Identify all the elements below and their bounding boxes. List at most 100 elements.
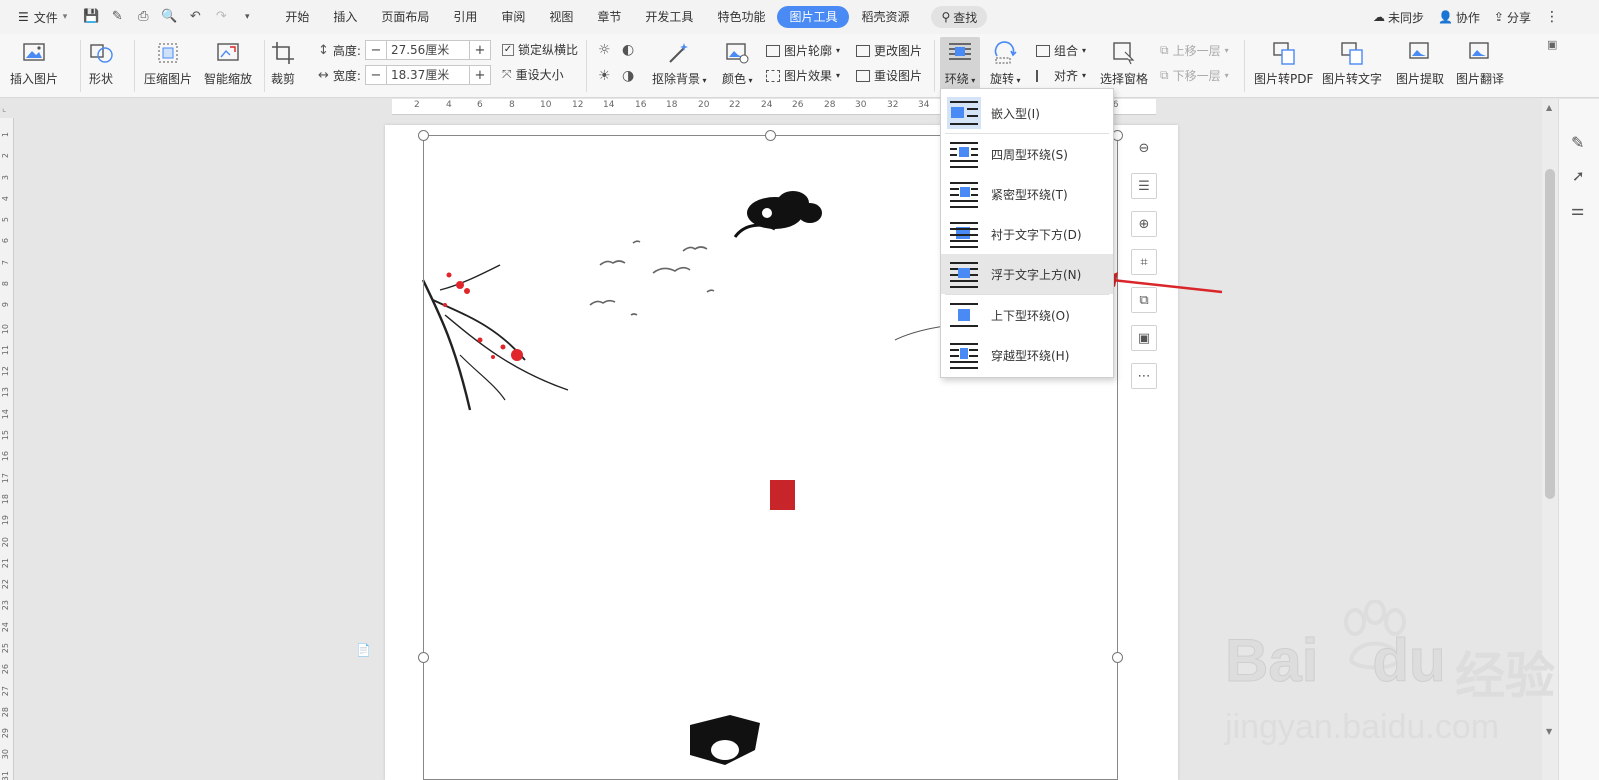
compress-picture-button[interactable]: 压缩图片 (144, 34, 192, 87)
collapse-tools-icon[interactable]: ⊖ (1131, 135, 1157, 161)
tab-developer[interactable]: 开发工具 (633, 6, 705, 28)
search-icon: ⚲ (941, 10, 951, 24)
wrap-option-inline[interactable]: 嵌入型(I) (941, 93, 1113, 133)
increase-brightness-icon[interactable]: ☼ (598, 42, 622, 58)
format-painter-icon[interactable]: ✎ (109, 9, 125, 25)
picture-translate-button[interactable]: 图片翻译 (1456, 34, 1504, 87)
color-button[interactable]: 颜色 ▾ (722, 34, 753, 87)
tab-page-layout[interactable]: 页面布局 (369, 6, 441, 28)
save-icon[interactable]: 💾 (83, 9, 99, 25)
pointer-icon[interactable]: ➚ (1572, 167, 1585, 185)
shape-button[interactable]: 形状 (88, 34, 114, 87)
rotate-label: 旋转 (990, 72, 1015, 86)
tab-insert[interactable]: 插入 (321, 6, 369, 28)
rotate-button[interactable]: 旋转 ▾ (990, 34, 1021, 87)
more-tools-icon[interactable]: ⋯ (1131, 363, 1157, 389)
group-button[interactable]: 组合 ▾ (1036, 42, 1086, 59)
watermark-url: jingyan.baidu.com (1225, 708, 1500, 746)
print-preview-icon[interactable]: 🔍 (161, 9, 177, 25)
reset-picture-button[interactable]: 重设图片 (856, 67, 922, 84)
scroll-up-icon[interactable]: ▲ (1546, 103, 1552, 112)
wrap-option-tight[interactable]: 紧密型环绕(T) (941, 174, 1113, 214)
height-input[interactable]: 27.56厘米 (385, 41, 470, 59)
wrap-option-through[interactable]: 穿越型环绕(H) (941, 335, 1113, 375)
reset-size-button[interactable]: ⤧ 重设大小 (502, 66, 564, 83)
vertical-ruler[interactable]: 1 2 3 4 5 6 7 8 9 10 11 12 13 14 15 16 17 18 19 20 21 22 23 24 2… (0, 118, 14, 780)
decrease-width-button[interactable]: − (366, 68, 386, 83)
wrap-text-button[interactable]: 环绕 ▾ (940, 37, 980, 89)
resize-handle-top-left[interactable] (418, 130, 429, 141)
tab-references[interactable]: 引用 (441, 6, 489, 28)
picture-extract-button[interactable]: 图片提取 (1396, 34, 1444, 87)
wrap-option-square[interactable]: 四周型环绕(S) (941, 134, 1113, 174)
decrease-height-button[interactable]: − (366, 43, 386, 58)
picture-outline-button[interactable]: 图片轮廓 ▾ (766, 42, 840, 59)
ruler-tick-label: 26 (792, 100, 804, 110)
ribbon-tabs: 开始 插入 页面布局 引用 审阅 视图 章节 开发工具 特色功能 图片工具 稻壳… (273, 6, 988, 28)
file-menu-button[interactable]: ☰ 文件 ▾ (12, 9, 73, 26)
smart-zoom-button[interactable]: 智能缩放 (204, 34, 252, 87)
tab-home[interactable]: 开始 (273, 6, 321, 28)
ruler-tick-label: 20 (698, 100, 710, 110)
print-icon[interactable]: ⎙ (135, 9, 151, 25)
watermark-brand2: du (1372, 627, 1446, 695)
crop-button[interactable]: 裁剪 (270, 34, 296, 87)
search-box[interactable]: ⚲ 查找 (931, 6, 988, 28)
increase-contrast-icon[interactable]: ◐ (622, 42, 646, 58)
insert-picture-button[interactable]: 插入图片 (10, 34, 58, 87)
decrease-contrast-icon[interactable]: ◑ (622, 68, 646, 84)
selection-pane-label: 选择窗格 (1100, 72, 1149, 86)
ruler-tick-label: 12 (572, 100, 584, 110)
resize-handle-top-middle[interactable] (765, 130, 776, 141)
settings-sliders-icon[interactable]: ⚌ (1571, 201, 1584, 219)
ruler-tick-label: 8 (1, 281, 10, 287)
collaborate-button[interactable]: 👤 协作 (1438, 9, 1480, 26)
collapse-ribbon-icon[interactable]: ▣ (1547, 38, 1557, 51)
height-stepper[interactable]: − 27.56厘米 + (364, 40, 491, 60)
crop-icon (272, 42, 294, 64)
lock-aspect-ratio-checkbox[interactable]: ✓ 锁定纵横比 (502, 41, 578, 58)
increase-width-button[interactable]: + (470, 68, 490, 83)
more-vertical-icon[interactable]: ⋮ (1545, 9, 1559, 25)
wrap-option-top-and-bottom[interactable]: 上下型环绕(O) (941, 295, 1113, 335)
smart-zoom-icon (217, 43, 239, 61)
change-picture-button[interactable]: 更改图片 (856, 42, 922, 59)
pen-icon[interactable]: ✎ (1571, 133, 1584, 152)
decrease-brightness-icon[interactable]: ☀ (598, 68, 622, 84)
redo-icon[interactable]: ↷ (213, 9, 229, 25)
wrap-option-in-front-of-text[interactable]: 浮于文字上方(N) (941, 254, 1113, 294)
picture-effect-button[interactable]: 图片效果 ▾ (766, 67, 840, 84)
tab-section[interactable]: 章节 (585, 6, 633, 28)
selection-pane-button[interactable]: 选择窗格 (1100, 34, 1148, 87)
tab-review[interactable]: 审阅 (489, 6, 537, 28)
tab-view[interactable]: 视图 (537, 6, 585, 28)
picture-to-pdf-button[interactable]: 图片转PDF (1254, 34, 1313, 87)
increase-height-button[interactable]: + (470, 43, 490, 58)
undo-icon[interactable]: ↶ (187, 9, 203, 25)
picture-edit-tool-icon[interactable]: ▣ (1131, 325, 1157, 351)
wrap-option-behind-text[interactable]: 衬于文字下方(D) (941, 214, 1113, 254)
tab-picture-tools[interactable]: 图片工具 (777, 6, 850, 28)
picture-to-text-button[interactable]: 图片转文字 (1322, 34, 1382, 87)
hamburger-icon: ☰ (18, 10, 29, 24)
layout-options-icon[interactable]: ☰ (1131, 173, 1157, 199)
picture-quick-tools: ⊖ ☰ ⊕ ⌗ ⧉ ▣ ⋯ (1131, 135, 1157, 389)
zoom-in-icon[interactable]: ⊕ (1131, 211, 1157, 237)
tab-features[interactable]: 特色功能 (705, 6, 777, 28)
ruler-tick-label: 27 (1, 686, 10, 697)
sync-status-button[interactable]: ☁ 未同步 (1373, 9, 1424, 26)
scrollbar-thumb[interactable] (1545, 169, 1555, 499)
customize-chevron-icon[interactable]: ▾ (239, 9, 255, 25)
resize-handle-middle-left[interactable] (418, 652, 429, 663)
send-backward-button[interactable]: ⧉ 下移一层 ▾ (1160, 67, 1229, 84)
tab-docer-resources[interactable]: 稻壳资源 (849, 6, 921, 28)
picture-icon (23, 43, 45, 61)
remove-background-button[interactable]: 抠除背景 ▾ (652, 34, 707, 87)
width-input[interactable]: 18.37厘米 (385, 66, 470, 84)
share-button[interactable]: ⇪ 分享 (1494, 9, 1531, 26)
width-stepper[interactable]: − 18.37厘米 + (364, 65, 491, 85)
align-button[interactable]: 对齐 ▾ (1036, 67, 1086, 84)
resize-handle-middle-right[interactable] (1112, 652, 1123, 663)
bring-forward-button[interactable]: ⧉ 上移一层 ▾ (1160, 42, 1229, 59)
magic-wand-icon (669, 43, 689, 63)
